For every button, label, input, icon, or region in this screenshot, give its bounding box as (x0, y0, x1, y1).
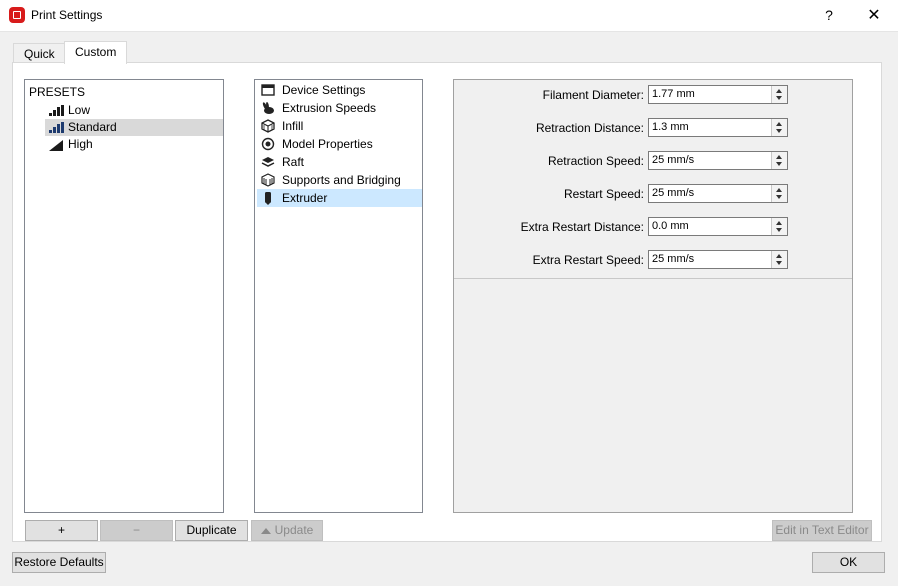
remove-preset-button[interactable]: − (100, 520, 173, 541)
rabbit-icon (261, 101, 275, 115)
retraction-speed-spinbox[interactable]: 25 mm/s (648, 151, 788, 170)
settings-panel: Filament Diameter: 1.77 mm Retraction Di… (453, 79, 853, 513)
layers-icon (261, 155, 275, 169)
preset-label: Standard (68, 120, 117, 134)
spin-down-icon[interactable] (776, 162, 782, 166)
category-extrusion-speeds[interactable]: Extrusion Speeds (257, 99, 422, 117)
spinbox-value[interactable]: 1.3 mm (652, 121, 689, 133)
category-supports-bridging[interactable]: Supports and Bridging (257, 171, 422, 189)
preset-item-standard[interactable]: Standard (45, 119, 223, 136)
spin-up-icon[interactable] (776, 188, 782, 192)
spin-down-icon[interactable] (776, 195, 782, 199)
category-label: Raft (282, 155, 305, 169)
preset-item-low[interactable]: Low (45, 102, 223, 119)
signal-high-icon (49, 139, 63, 151)
filament-diameter-spinbox[interactable]: 1.77 mm (648, 85, 788, 104)
preset-item-high[interactable]: High (45, 136, 223, 153)
spin-up-icon[interactable] (776, 122, 782, 126)
ok-button[interactable]: OK (812, 552, 885, 573)
update-button[interactable]: Update (251, 520, 323, 541)
extra-restart-speed-spinbox[interactable]: 25 mm/s (648, 250, 788, 269)
add-preset-button[interactable]: + (25, 520, 98, 541)
spinbox-value[interactable]: 0.0 mm (652, 220, 689, 232)
window-icon (261, 83, 275, 97)
restore-defaults-button[interactable]: Restore Defaults (12, 552, 106, 573)
spin-up-icon[interactable] (776, 221, 782, 225)
tab-custom[interactable]: Custom (64, 41, 128, 64)
duplicate-button[interactable]: Duplicate (175, 520, 248, 541)
signal-low-icon (49, 105, 64, 116)
cube-icon (261, 119, 275, 133)
retraction-distance-spinbox[interactable]: 1.3 mm (648, 118, 788, 137)
spin-arrows[interactable] (771, 152, 787, 169)
setting-label: Extra Restart Distance: (520, 220, 644, 234)
restart-speed-spinbox[interactable]: 25 mm/s (648, 184, 788, 203)
preset-label: Low (68, 103, 91, 117)
signal-medium-icon (49, 122, 64, 133)
setting-row-extra-restart-speed: Extra Restart Speed: 25 mm/s (454, 245, 852, 279)
spin-up-icon[interactable] (776, 155, 782, 159)
category-raft[interactable]: Raft (257, 153, 422, 171)
category-label: Model Properties (282, 137, 373, 151)
edit-in-text-editor-button[interactable]: Edit in Text Editor (772, 520, 872, 541)
setting-row-retraction-distance: Retraction Distance: 1.3 mm (454, 113, 852, 147)
category-device-settings[interactable]: Device Settings (257, 81, 422, 99)
close-button[interactable]: ✕ (852, 0, 896, 31)
arrow-up-icon (260, 528, 271, 534)
category-list[interactable]: Device Settings Extrusion Speeds Infill … (254, 79, 423, 513)
category-label: Extrusion Speeds (282, 101, 377, 115)
preset-label: High (68, 137, 93, 151)
setting-row-extra-restart-distance: Extra Restart Distance: 0.0 mm (454, 212, 852, 246)
spin-down-icon[interactable] (776, 261, 782, 265)
spin-down-icon[interactable] (776, 129, 782, 133)
category-label: Supports and Bridging (282, 173, 401, 187)
presets-header: PRESETS (29, 85, 86, 99)
spin-arrows[interactable] (771, 218, 787, 235)
category-infill[interactable]: Infill (257, 117, 422, 135)
category-label: Device Settings (282, 83, 366, 97)
spin-up-icon[interactable] (776, 89, 782, 93)
category-model-properties[interactable]: Model Properties (257, 135, 422, 153)
category-label: Infill (282, 119, 304, 133)
spinbox-value[interactable]: 25 mm/s (652, 154, 694, 166)
spin-down-icon[interactable] (776, 96, 782, 100)
window-title: Print Settings (31, 8, 103, 22)
spin-arrows[interactable] (771, 185, 787, 202)
spinbox-value[interactable]: 25 mm/s (652, 253, 694, 265)
app-icon (9, 7, 25, 23)
setting-row-filament-diameter: Filament Diameter: 1.77 mm (454, 80, 852, 114)
setting-label: Restart Speed: (563, 187, 644, 201)
spin-up-icon[interactable] (776, 254, 782, 258)
setting-label: Filament Diameter: (542, 88, 644, 102)
update-label: Update (274, 523, 314, 537)
gear-circle-icon (261, 137, 275, 151)
title-bar: Print Settings ? ✕ (0, 0, 898, 32)
spin-arrows[interactable] (771, 86, 787, 103)
spinbox-value[interactable]: 25 mm/s (652, 187, 694, 199)
supports-icon (261, 173, 275, 187)
spin-down-icon[interactable] (776, 228, 782, 232)
category-extruder[interactable]: Extruder (257, 189, 422, 207)
setting-label: Extra Restart Speed: (532, 253, 644, 267)
setting-label: Retraction Distance: (535, 121, 644, 135)
extruder-icon (261, 191, 275, 205)
tab-quick[interactable]: Quick (13, 43, 66, 64)
setting-row-restart-speed: Restart Speed: 25 mm/s (454, 179, 852, 213)
extra-restart-distance-spinbox[interactable]: 0.0 mm (648, 217, 788, 236)
spin-arrows[interactable] (771, 119, 787, 136)
presets-list[interactable]: PRESETS Low Standard High (24, 79, 224, 513)
setting-row-retraction-speed: Retraction Speed: 25 mm/s (454, 146, 852, 180)
help-button[interactable]: ? (807, 0, 851, 31)
spin-arrows[interactable] (771, 251, 787, 268)
category-label: Extruder (282, 191, 328, 205)
spinbox-value[interactable]: 1.77 mm (652, 88, 695, 100)
setting-label: Retraction Speed: (547, 154, 644, 168)
